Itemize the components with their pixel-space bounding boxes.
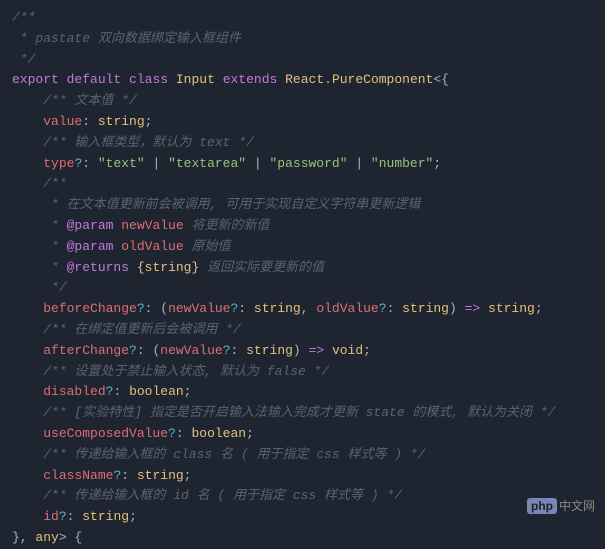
docparam-oldvalue: oldValue [121,239,183,254]
keyword-class: class [129,72,168,87]
string-textarea: "textarea" [168,156,246,171]
comment-usecomposed: /** [实验特性] 指定是否开启输入法输入完成才更新 state 的模式, 默… [43,405,555,420]
docparam-newvalue: newValue [121,218,183,233]
comment-afterchange: /** 在绑定值更新后会被调用 */ [43,322,241,337]
docreturns-desc: 返回实际要更新的值 [199,260,324,275]
type-string: string [98,114,145,129]
param-oldvalue: oldValue [316,301,378,316]
doc-comment-line: * pastate 双向数据绑定输入框组件 [12,31,241,46]
class-name-input: Input [176,72,215,87]
watermark: php中文网 [527,497,595,516]
docparam-desc: 将更新的新值 [184,218,270,233]
doc-comment-close: */ [12,52,35,67]
doctag-param: @param [67,218,114,233]
class-name-react: React [285,72,324,87]
prop-afterchange: afterChange [43,343,129,358]
doctype-string: {string} [137,260,199,275]
string-number: "number" [371,156,433,171]
param-newvalue: newValue [168,301,230,316]
prop-usecomposedvalue: useComposedValue [43,426,168,441]
class-name-purecomponent: PureComponent [332,72,433,87]
doc-comment-open: /** [43,176,66,191]
class-declaration: export default class Input extends React… [12,70,593,91]
keyword-export: export [12,72,59,87]
comment-id: /** 传递给输入框的 id 名 ( 用于指定 css 样式等 ) */ [43,488,402,503]
type-any: any [35,530,58,545]
comment-value: /** 文本值 */ [43,93,137,108]
prop-id: id [43,509,59,524]
keyword-extends: extends [223,72,278,87]
type-boolean: boolean [129,384,184,399]
doc-comment-close: */ [43,280,66,295]
prop-type: type [43,156,74,171]
watermark-text: 中文网 [559,499,595,513]
arrow-operator: => [465,301,481,316]
type-void: void [332,343,363,358]
comment-disabled: /** 设置处于禁止输入状态, 默认为 false */ [43,364,329,379]
docparam-desc: 原始值 [184,239,231,254]
prop-classname: className [43,468,113,483]
doctag-returns: @returns [67,260,129,275]
comment-classname: /** 传递给输入框的 class 名 ( 用于指定 css 样式等 ) */ [43,447,425,462]
keyword-default: default [67,72,122,87]
code-block: /** * pastate 双向数据绑定输入框组件 */ export defa… [12,8,593,549]
prop-value: value [43,114,82,129]
string-text: "text" [98,156,145,171]
prop-beforechange: beforeChange [43,301,137,316]
string-password: "password" [270,156,348,171]
prop-disabled: disabled [43,384,105,399]
watermark-badge: php [527,498,557,514]
doc-comment-open: /** [12,10,35,25]
doctag-param: @param [67,239,114,254]
comment-type: /** 输入框类型，默认为 text */ [43,135,254,150]
doc-comment-line: * 在文本值更新前会被调用, 可用于实现自定义字符串更新逻辑 [43,197,420,212]
